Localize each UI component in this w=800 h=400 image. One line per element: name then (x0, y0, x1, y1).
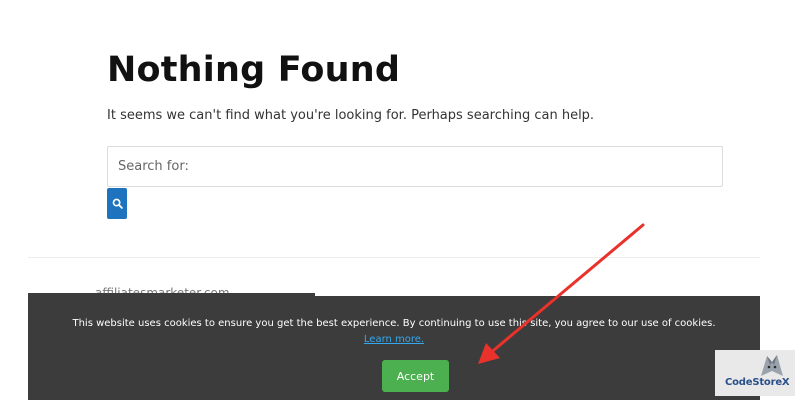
accept-cookies-button[interactable]: Accept (382, 360, 449, 392)
search-icon (112, 198, 123, 209)
page-message: It seems we can't find what you're looki… (107, 108, 595, 123)
cookie-banner: This website uses cookies to ensure you … (28, 296, 760, 400)
watermark-brand: CodeStoreX (725, 377, 790, 388)
codestorex-watermark: CodeStoreX (715, 350, 795, 396)
page: Nothing Found It seems we can't find wha… (0, 0, 800, 400)
fox-logo-icon (761, 355, 783, 376)
cookie-learn-more-row: Learn more. (28, 333, 760, 347)
cookie-message: This website uses cookies to ensure you … (72, 318, 716, 329)
learn-more-link[interactable]: Learn more. (364, 334, 424, 345)
content-separator (28, 257, 760, 258)
search-input[interactable] (107, 146, 723, 187)
search-button[interactable] (107, 188, 127, 219)
page-title: Nothing Found (107, 50, 401, 90)
